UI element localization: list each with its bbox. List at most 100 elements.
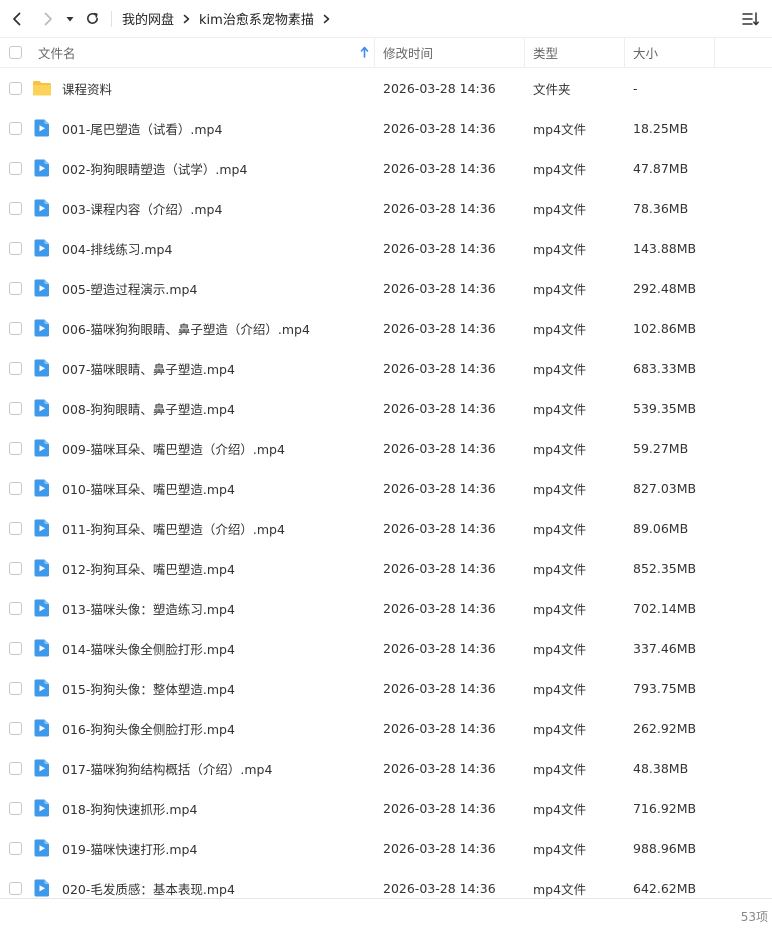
file-name[interactable]: 002-狗狗眼睛塑造（试学）.mp4 [62, 159, 247, 178]
modified-time-cell: 2026-03-28 14:36 [375, 441, 525, 456]
file-name[interactable]: 013-猫咪头像：塑造练习.mp4 [62, 599, 235, 618]
file-name[interactable]: 005-塑造过程演示.mp4 [62, 279, 197, 298]
row-checkbox[interactable] [9, 161, 22, 175]
table-row[interactable]: 007-猫咪眼睛、鼻子塑造.mp4 2026-03-28 14:36 mp4文件 68… [0, 348, 772, 388]
table-row[interactable]: 课程资料 2026-03-28 14:36 文件夹 - [0, 68, 772, 108]
table-row[interactable]: 011-狗狗耳朵、嘴巴塑造（介绍）.mp4 2026-03-28 14:36 mp4… [0, 508, 772, 548]
row-checkbox[interactable] [9, 721, 22, 735]
row-checkbox[interactable] [9, 201, 22, 215]
row-checkbox[interactable] [9, 401, 22, 415]
file-name[interactable]: 010-猫咪耳朵、嘴巴塑造.mp4 [62, 479, 235, 498]
file-type: mp4文件 [533, 321, 587, 337]
row-checkbox[interactable] [9, 361, 22, 375]
table-row[interactable]: 008-狗狗眼睛、鼻子塑造.mp4 2026-03-28 14:36 mp4文件 53… [0, 388, 772, 428]
table-row[interactable]: 001-尾巴塑造（试看）.mp4 2026-03-28 14:36 mp4文件 18.… [0, 108, 772, 148]
row-checkbox[interactable] [9, 81, 22, 95]
file-type-cell: mp4文件 [525, 159, 625, 178]
history-dropdown-button[interactable] [61, 6, 79, 32]
file-type-cell: mp4文件 [525, 479, 625, 498]
table-row[interactable]: 002-狗狗眼睛塑造（试学）.mp4 2026-03-28 14:36 mp4文件 4… [0, 148, 772, 188]
file-size-cell: 48.38MB [625, 761, 715, 776]
table-row[interactable]: 012-狗狗耳朵、嘴巴塑造.mp4 2026-03-28 14:36 mp4文件 85… [0, 548, 772, 588]
table-row[interactable]: 020-毛发质感：基本表现.mp4 2026-03-28 14:36 mp4文件 64… [0, 868, 772, 898]
breadcrumb-root[interactable]: 我的网盘 [122, 9, 174, 28]
row-checkbox[interactable] [9, 321, 22, 335]
file-name[interactable]: 016-狗狗头像全侧脸打形.mp4 [62, 719, 235, 738]
select-all-checkbox[interactable] [9, 46, 22, 59]
row-select-cell [0, 361, 30, 375]
file-name[interactable]: 017-猫咪狗狗结构概括（介绍）.mp4 [62, 759, 272, 778]
table-row[interactable]: 003-课程内容（介绍）.mp4 2026-03-28 14:36 mp4文件 78.… [0, 188, 772, 228]
column-header-name[interactable]: 文件名 [30, 38, 375, 67]
table-header: 文件名 修改时间 类型 大小 [0, 37, 772, 68]
file-type: mp4文件 [533, 841, 587, 857]
table-row[interactable]: 014-猫咪头像全侧脸打形.mp4 2026-03-28 14:36 mp4文件 33… [0, 628, 772, 668]
row-checkbox[interactable] [9, 601, 22, 615]
refresh-button[interactable] [79, 6, 105, 32]
table-row[interactable]: 018-狗狗快速抓形.mp4 2026-03-28 14:36 mp4文件 716.9… [0, 788, 772, 828]
row-checkbox[interactable] [9, 801, 22, 815]
modified-time: 2026-03-28 14:36 [383, 240, 496, 256]
row-checkbox[interactable] [9, 481, 22, 495]
file-type: mp4文件 [533, 761, 587, 777]
row-checkbox[interactable] [9, 241, 22, 255]
file-type: mp4文件 [533, 561, 587, 577]
file-name[interactable]: 003-课程内容（介绍）.mp4 [62, 199, 222, 218]
file-name[interactable]: 011-狗狗耳朵、嘴巴塑造（介绍）.mp4 [62, 519, 285, 538]
row-checkbox[interactable] [9, 761, 22, 775]
table-row[interactable]: 019-猫咪快速打形.mp4 2026-03-28 14:36 mp4文件 988.9… [0, 828, 772, 868]
chevron-left-icon [13, 12, 21, 25]
table-row[interactable]: 004-排线练习.mp4 2026-03-28 14:36 mp4文件 143.88M… [0, 228, 772, 268]
file-name[interactable]: 009-猫咪耳朵、嘴巴塑造（介绍）.mp4 [62, 439, 285, 458]
row-select-cell [0, 481, 30, 495]
file-type: mp4文件 [533, 241, 587, 257]
file-name[interactable]: 014-猫咪头像全侧脸打形.mp4 [62, 639, 235, 658]
file-name[interactable]: 019-猫咪快速打形.mp4 [62, 839, 197, 858]
column-header-time[interactable]: 修改时间 [375, 38, 525, 67]
row-checkbox[interactable] [9, 521, 22, 535]
table-row[interactable]: 016-狗狗头像全侧脸打形.mp4 2026-03-28 14:36 mp4文件 26… [0, 708, 772, 748]
forward-button[interactable] [35, 6, 61, 32]
back-button[interactable] [4, 6, 30, 32]
sort-menu-button[interactable] [740, 8, 762, 30]
column-header-size[interactable]: 大小 [625, 38, 715, 67]
modified-time: 2026-03-28 14:36 [383, 200, 496, 216]
row-checkbox[interactable] [9, 681, 22, 695]
video-file-icon [32, 398, 52, 418]
row-checkbox[interactable] [9, 881, 22, 895]
row-checkbox[interactable] [9, 641, 22, 655]
table-row[interactable]: 017-猫咪狗狗结构概括（介绍）.mp4 2026-03-28 14:36 mp4文… [0, 748, 772, 788]
row-select-cell [0, 881, 30, 895]
modified-time: 2026-03-28 14:36 [383, 840, 496, 856]
row-checkbox[interactable] [9, 281, 22, 295]
file-name[interactable]: 006-猫咪狗狗眼睛、鼻子塑造（介绍）.mp4 [62, 319, 310, 338]
table-row[interactable]: 009-猫咪耳朵、嘴巴塑造（介绍）.mp4 2026-03-28 14:36 mp4… [0, 428, 772, 468]
file-name[interactable]: 004-排线练习.mp4 [62, 239, 172, 258]
table-row[interactable]: 013-猫咪头像：塑造练习.mp4 2026-03-28 14:36 mp4文件 70… [0, 588, 772, 628]
row-checkbox[interactable] [9, 841, 22, 855]
file-name[interactable]: 018-狗狗快速抓形.mp4 [62, 799, 197, 818]
file-size-cell: 337.46MB [625, 641, 715, 656]
table-row[interactable]: 010-猫咪耳朵、嘴巴塑造.mp4 2026-03-28 14:36 mp4文件 82… [0, 468, 772, 508]
file-name[interactable]: 012-狗狗耳朵、嘴巴塑造.mp4 [62, 559, 235, 578]
breadcrumb-current-folder[interactable]: kim治愈系宠物素描 [199, 9, 314, 28]
file-name[interactable]: 课程资料 [62, 79, 112, 98]
row-checkbox[interactable] [9, 121, 22, 135]
breadcrumb-trailing-separator-icon[interactable] [322, 14, 331, 24]
modified-time: 2026-03-28 14:36 [383, 800, 496, 816]
file-name[interactable]: 007-猫咪眼睛、鼻子塑造.mp4 [62, 359, 235, 378]
file-size: 683.33MB [633, 360, 697, 376]
file-name[interactable]: 001-尾巴塑造（试看）.mp4 [62, 119, 222, 138]
file-name[interactable]: 020-毛发质感：基本表现.mp4 [62, 879, 235, 898]
table-row[interactable]: 015-狗狗头像：整体塑造.mp4 2026-03-28 14:36 mp4文件 79… [0, 668, 772, 708]
file-size: 47.87MB [633, 160, 689, 176]
video-file-icon [32, 518, 52, 538]
file-name[interactable]: 008-狗狗眼睛、鼻子塑造.mp4 [62, 399, 235, 418]
row-checkbox[interactable] [9, 441, 22, 455]
table-row[interactable]: 006-猫咪狗狗眼睛、鼻子塑造（介绍）.mp4 2026-03-28 14:36 m… [0, 308, 772, 348]
modified-time: 2026-03-28 14:36 [383, 880, 496, 896]
table-row[interactable]: 005-塑造过程演示.mp4 2026-03-28 14:36 mp4文件 292.4… [0, 268, 772, 308]
file-name[interactable]: 015-狗狗头像：整体塑造.mp4 [62, 679, 235, 698]
column-header-type[interactable]: 类型 [525, 38, 625, 67]
row-checkbox[interactable] [9, 561, 22, 575]
